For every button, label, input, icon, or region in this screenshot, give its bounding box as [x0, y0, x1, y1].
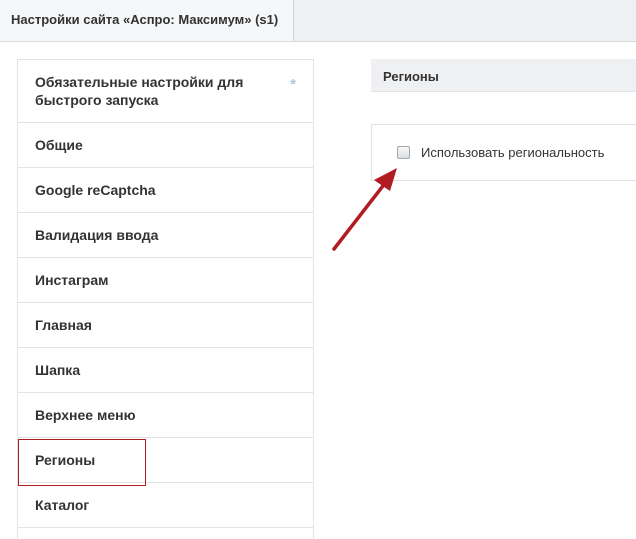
annotation-arrow-icon — [332, 168, 397, 251]
